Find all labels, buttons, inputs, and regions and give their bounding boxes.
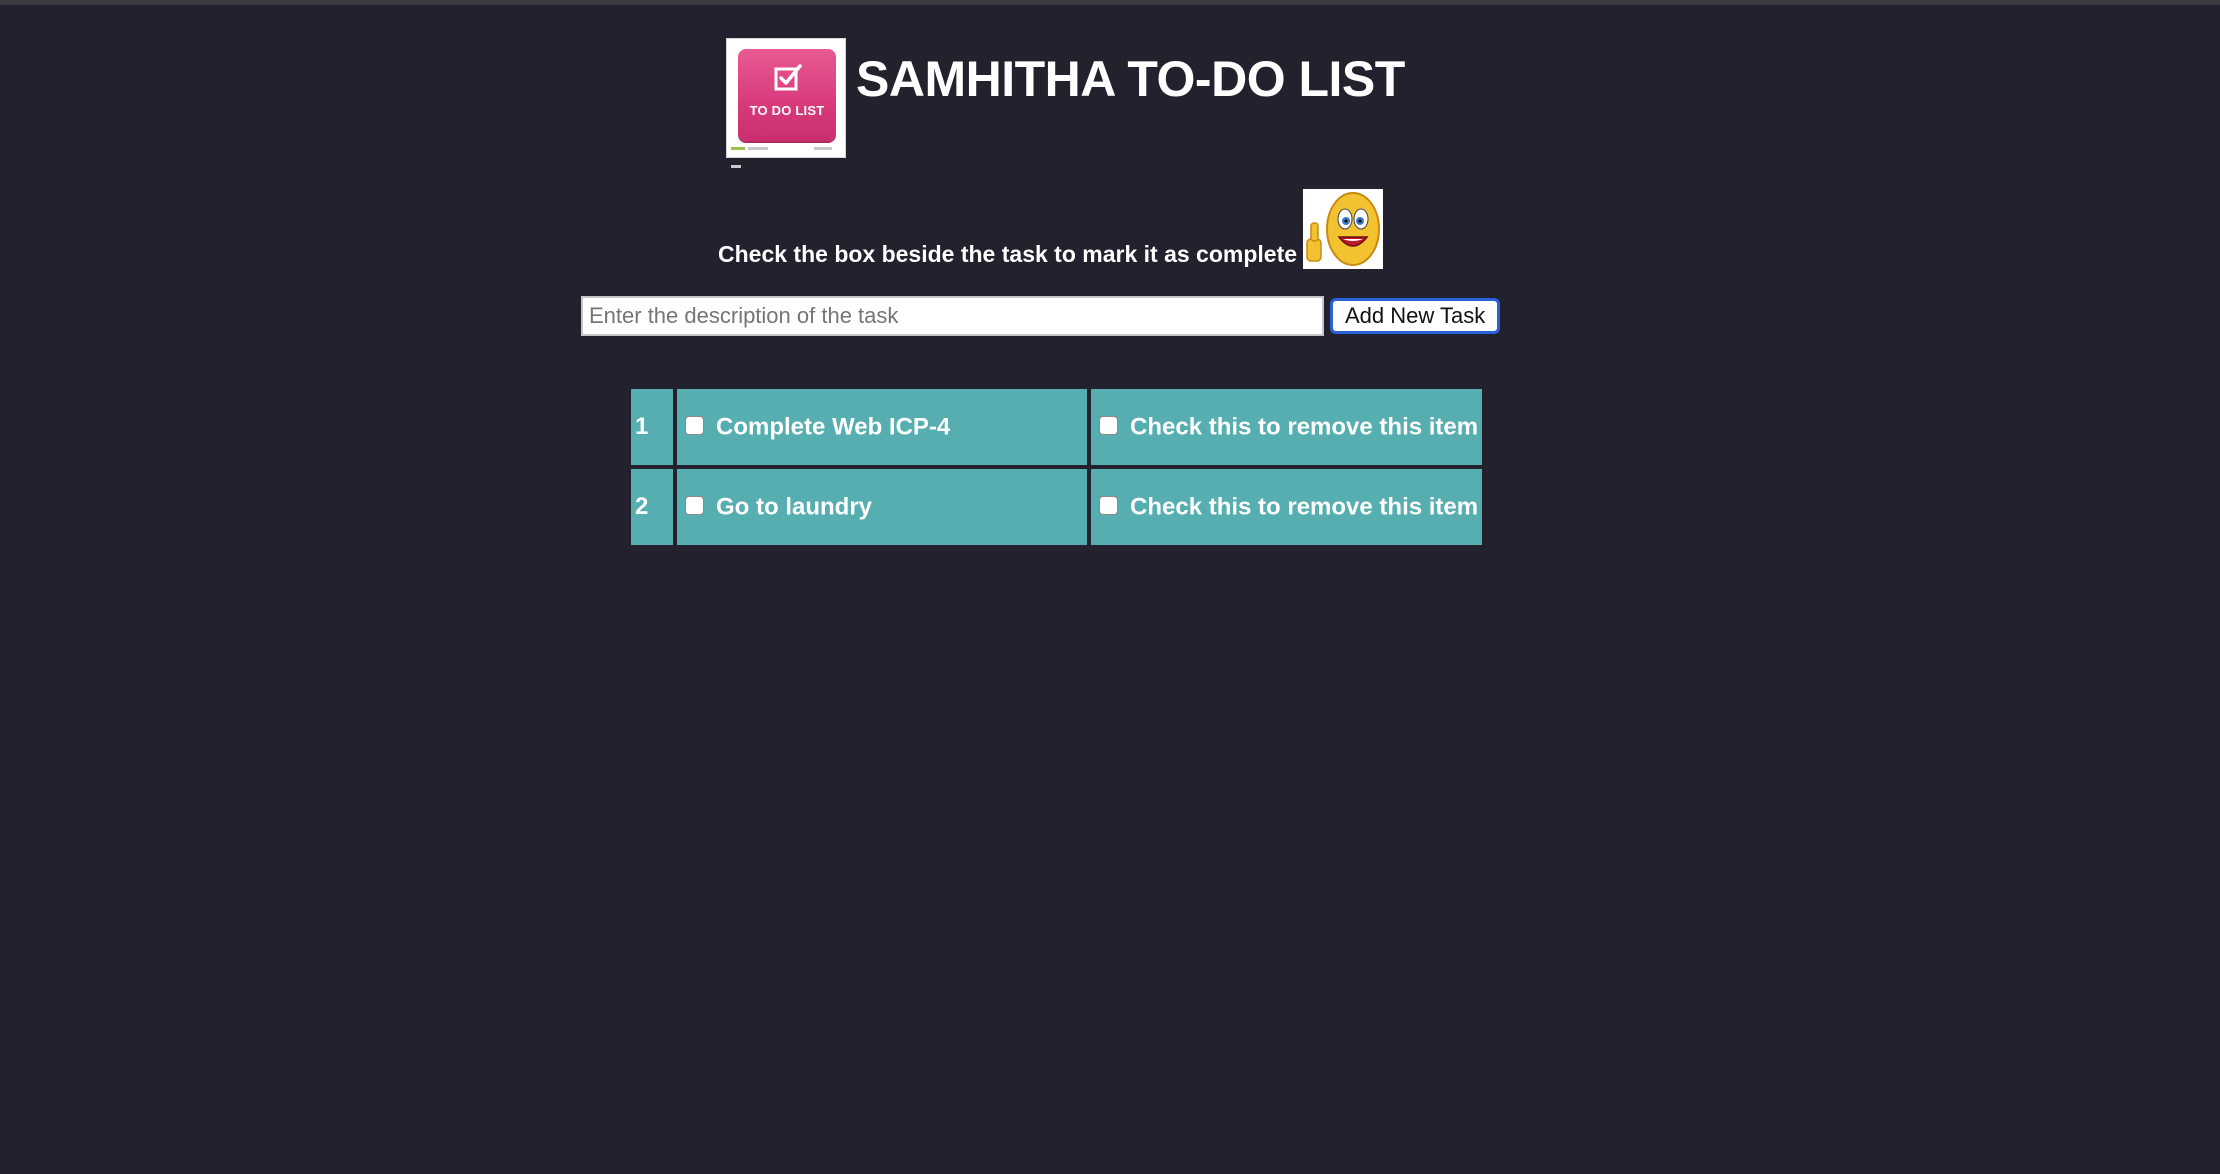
add-new-task-button[interactable]: Add New Task — [1330, 298, 1501, 334]
todo-list-logo-icon: TO DO LIST — [726, 38, 846, 168]
task-description-cell: Complete Web ICP-4 — [677, 389, 1087, 465]
complete-checkbox[interactable] — [685, 495, 704, 515]
remove-label: Check this to remove this item — [1130, 413, 1479, 441]
task-description-cell: Go to laundry — [677, 469, 1087, 545]
table-row: 2 Go to laundry Check this to remove thi… — [631, 469, 1483, 545]
task-description-input[interactable] — [581, 296, 1324, 336]
logo-footer-strip — [731, 147, 841, 168]
table-row: 1 Complete Web ICP-4 Check this to remov… — [631, 389, 1483, 465]
logo-tile: TO DO LIST — [738, 49, 836, 141]
task-table: 1 Complete Web ICP-4 Check this to remov… — [627, 385, 1486, 549]
task-remove-cell: Check this to remove this item — [1091, 389, 1483, 465]
browser-top-edge — [0, 0, 2220, 5]
task-description: Complete Web ICP-4 — [716, 413, 951, 441]
remove-label: Check this to remove this item — [1130, 493, 1479, 521]
instruction-row: Check the box beside the task to mark it… — [718, 189, 1384, 269]
task-description: Go to laundry — [716, 493, 872, 521]
complete-checkbox[interactable] — [685, 415, 704, 435]
checkbox-check-icon — [774, 64, 802, 91]
add-task-form: Add New Task — [581, 296, 1501, 336]
remove-checkbox[interactable] — [1099, 415, 1118, 435]
logo-text: TO DO LIST — [749, 103, 825, 118]
page-header: TO DO LIST SAMHITHA TO-DO LIST — [726, 38, 1405, 168]
task-remove-cell: Check this to remove this item — [1091, 469, 1483, 545]
page-title: SAMHITHA TO-DO LIST — [856, 51, 1405, 107]
remove-checkbox[interactable] — [1099, 495, 1118, 515]
task-number: 2 — [631, 469, 673, 545]
instruction-text: Check the box beside the task to mark it… — [718, 241, 1298, 267]
task-number: 1 — [631, 389, 673, 465]
thumbs-up-smiley-icon — [1303, 189, 1384, 269]
